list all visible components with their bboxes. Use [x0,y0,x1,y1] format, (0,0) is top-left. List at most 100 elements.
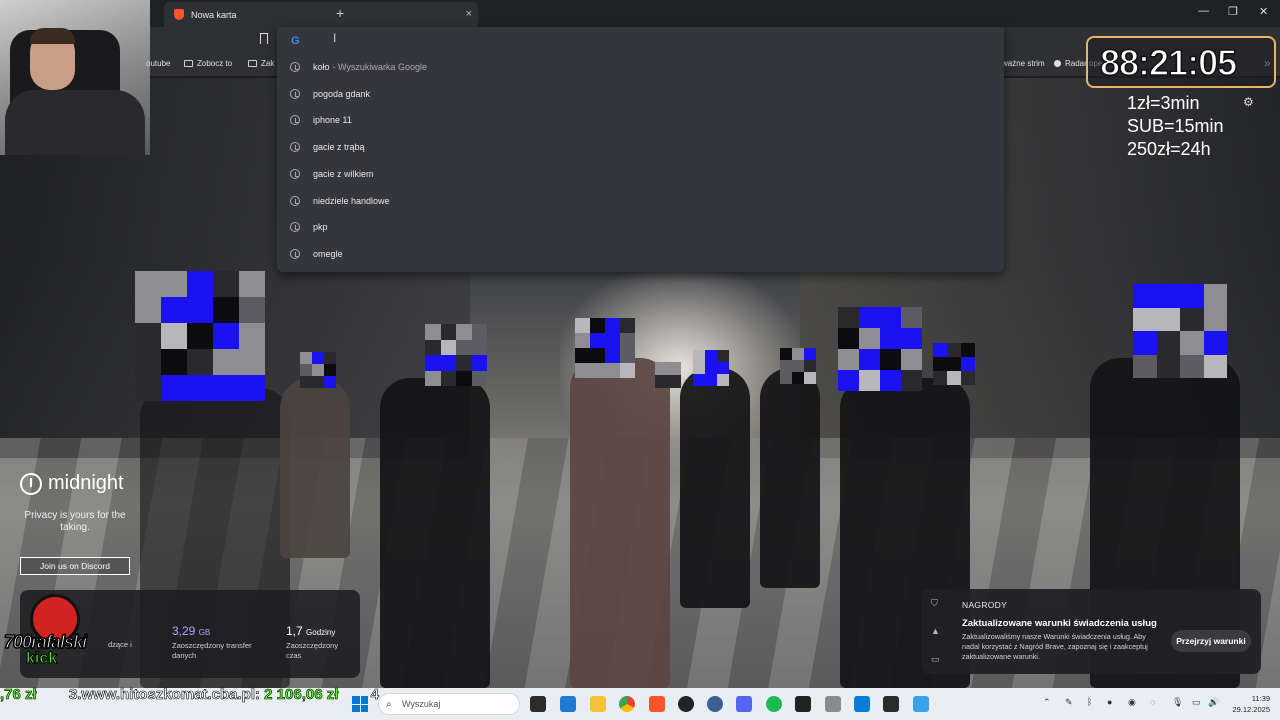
tray-app-icon[interactable]: ◉ [1128,697,1136,708]
face-blur-mosaic [933,343,975,385]
review-terms-button[interactable]: Przejrzyj warunki [1171,630,1251,652]
face-blur-mosaic [838,307,922,391]
face-blur-mosaic [135,271,265,401]
tray-app-icon[interactable]: ✎ [1065,697,1073,708]
suggestion-item[interactable]: gacie z wilkiem [277,161,1004,187]
rewards-notification: ⛉ ▲ ▭ NAGRODY Zaktualizowane warunki świ… [921,589,1261,674]
pedestrian [280,378,350,558]
pedestrian [570,358,670,688]
suggestion-item[interactable]: pogoda gdank [277,81,1004,107]
time-saved-label: Zaoszczędzony czas [286,641,339,660]
task-view-icon[interactable] [530,696,546,712]
minimize-button[interactable]: — [1198,5,1209,17]
transfer-saved-label: Zaoszczędzony transfer danych [172,641,252,660]
suggestion-item[interactable]: omegle [277,241,1004,267]
brave-taskbar-icon[interactable] [649,696,665,712]
kick-channel-logo: 700rafalski kick [2,594,107,674]
spotify-icon[interactable] [766,696,782,712]
midnight-wordmark: midnight [48,472,124,494]
tab-title: Nowa karta [191,9,237,20]
tray-app-icon[interactable]: ◌ [1150,697,1155,707]
face-blur-mosaic [575,318,635,378]
stat-fragment: dzące i [108,640,132,649]
ticker-site: 3.www.hitoszkomat.cba.pl: [68,686,261,704]
ticker-amount-prev: ,76 zł [0,686,37,704]
bookmark-label: outube [146,59,171,68]
pedestrian [380,378,490,688]
suggestion-text: niedziele handlowe [313,195,390,206]
face-blur-mosaic [300,352,336,388]
suggestion-item[interactable]: iphone 11 [277,107,1004,133]
tray-chevron-icon[interactable]: ⌃ [1043,697,1051,708]
bookmark-folder-zobocz[interactable]: Zobocz to [184,59,232,68]
gear-icon[interactable]: ⚙ [1243,95,1254,109]
bookmark-icon[interactable] [260,33,268,44]
history-icon [290,195,300,206]
bookmark-folder-zak[interactable]: Zak [248,59,274,68]
folder-icon [184,60,193,67]
tab-close-icon[interactable]: × [466,8,472,20]
face-blur-mosaic [425,324,487,386]
app-icon[interactable] [825,696,841,712]
suggestion-item[interactable]: gacie z trąbą [277,134,1004,160]
photos-app-icon[interactable] [560,696,576,712]
suggestion-text: pogoda gdank [313,88,371,99]
close-window-button[interactable]: ✕ [1259,5,1268,18]
volume-icon[interactable]: 🔊 [1208,697,1219,708]
bookmark-label: Zobocz to [197,59,233,68]
text-cursor: I [333,31,337,45]
warning-icon: ▲ [931,626,940,636]
donation-ticker: ,76 zł 3.www.hitoszkomat.cba.pl: 2 106,0… [0,686,460,704]
bookmark-youtube[interactable]: outube [146,59,170,68]
join-discord-button[interactable]: Join us on Discord [20,557,130,575]
obs-icon[interactable] [678,696,694,712]
face-blur-mosaic [655,362,681,388]
omnibox-dropdown: G I koło - Wyszukiwarka Google pogoda gdan… [277,27,1004,272]
new-tab-button[interactable]: + [336,5,344,21]
folder-icon [248,60,257,67]
suggestion-text: omegle [313,248,343,259]
app-icon[interactable] [854,696,870,712]
clock-date: 29.12.2025 [1232,705,1270,714]
app-icon[interactable] [883,696,899,712]
suggestion-item[interactable]: koło - Wyszukiwarka Google [277,54,1004,80]
suggestion-item[interactable]: niedziele handlowe [277,188,1004,214]
system-clock[interactable]: 11:39 29.12.2025 [1228,693,1270,715]
transfer-number: 3,29 [172,624,196,638]
suggestion-suffix: - Wyszukiwarka Google [332,62,427,72]
notification-category: NAGRODY [962,600,1008,610]
webcam-overlay [0,0,150,155]
face-blur-mosaic [1133,284,1227,378]
time-unit: Godziny [306,628,336,637]
microphone-icon[interactable]: 🎙 [1172,697,1183,708]
network-icon[interactable]: ▭ [1192,697,1201,708]
chrome-icon[interactable] [619,696,635,712]
discord-icon[interactable] [736,696,752,712]
history-icon [290,248,300,259]
ticker-next: 4 [370,686,379,704]
subathon-timer: 88:21:05 [1099,41,1238,84]
rate-line: 1zł=3min [1127,93,1200,113]
shield-icon: ⛉ [931,598,938,608]
tray-app-icon[interactable]: ● [1107,697,1112,707]
notepad-icon[interactable] [913,696,929,712]
bookmark-wazne-strim[interactable]: ważne strim [1002,59,1045,68]
pedestrian [760,368,820,588]
transfer-unit: GB [198,628,211,637]
clock-time: 11:39 [1251,694,1270,703]
suggestion-text: koło [313,62,330,72]
app-icon[interactable] [707,696,723,712]
file-explorer-icon[interactable] [590,696,606,712]
app-icon[interactable] [795,696,811,712]
history-icon [290,62,300,72]
maximize-button[interactable]: ❐ [1228,5,1238,18]
rate-line: 250zł=24h [1127,139,1211,159]
tab-strip: Nowa karta × + — ❐ ✕ [150,0,1280,27]
suggestion-item[interactable]: pkp [277,214,1004,240]
time-number: 1,7 [286,624,303,638]
midnight-tagline: Privacy is yours for the taking. [24,510,126,533]
radar-icon [1054,60,1061,67]
tab-new-tab[interactable]: Nowa karta × [164,2,478,27]
history-icon [290,222,300,233]
bluetooth-icon[interactable]: ᛒ [1087,697,1092,707]
